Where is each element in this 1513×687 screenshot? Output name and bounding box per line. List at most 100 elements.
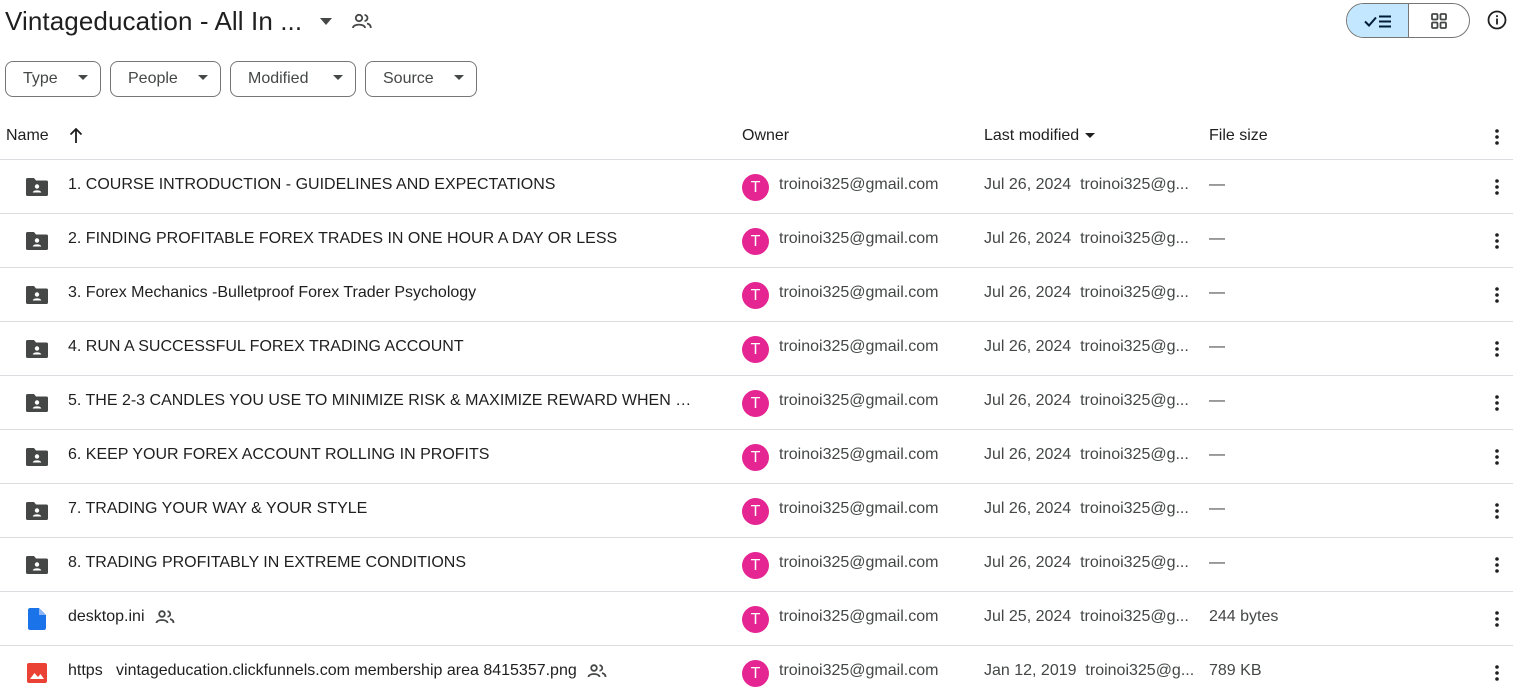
file-name-cell[interactable]: 1. COURSE INTRODUCTION - GUIDELINES AND … bbox=[68, 176, 555, 194]
shared-folder-icon bbox=[24, 553, 50, 577]
checked-list-icon bbox=[1363, 15, 1391, 27]
column-modified-label: Last modified bbox=[984, 127, 1080, 144]
grid-view-button[interactable] bbox=[1409, 4, 1469, 37]
drive-folder-view: Vintageducation - All In ... Type People… bbox=[0, 0, 1513, 687]
table-row[interactable]: 5. THE 2-3 CANDLES YOU USE TO MINIMIZE R… bbox=[0, 376, 1513, 430]
file-name-cell[interactable]: 8. TRADING PROFITABLY IN EXTREME CONDITI… bbox=[68, 554, 466, 572]
filter-people-label: People bbox=[128, 70, 178, 87]
table-row[interactable]: 7. TRADING YOUR WAY & YOUR STYLE Ttroinoi… bbox=[0, 484, 1513, 538]
last-modified: Jul 26, 2024 troinoi325@g... bbox=[984, 446, 1189, 463]
file-name-cell[interactable]: https vintageducation.clickfunnels.com m… bbox=[68, 662, 607, 680]
file-name: https vintageducation.clickfunnels.com m… bbox=[68, 662, 577, 679]
file-name: 4. RUN A SUCCESSFUL FOREX TRADING ACCOUN… bbox=[68, 338, 464, 355]
last-modified: Jul 26, 2024 troinoi325@g... bbox=[984, 338, 1189, 355]
owner-avatar: T bbox=[742, 174, 769, 201]
owner-avatar: T bbox=[742, 660, 769, 687]
file-size: — bbox=[1209, 500, 1225, 517]
file-name-cell[interactable]: desktop.ini bbox=[68, 608, 175, 626]
shared-folder-icon bbox=[24, 283, 50, 307]
owner-email: troinoi325@gmail.com bbox=[779, 284, 939, 301]
file-size: — bbox=[1209, 554, 1225, 571]
file-name-cell[interactable]: 7. TRADING YOUR WAY & YOUR STYLE bbox=[68, 500, 367, 518]
file-name: 6. KEEP YOUR FOREX ACCOUNT ROLLING IN PR… bbox=[68, 446, 490, 463]
column-name-header[interactable]: Name bbox=[6, 127, 83, 145]
file-size: 244 bytes bbox=[1209, 608, 1279, 625]
owner-avatar: T bbox=[742, 552, 769, 579]
filter-people-chip[interactable]: People bbox=[110, 61, 221, 97]
shared-folder-icon bbox=[24, 175, 50, 199]
column-modified-header[interactable]: Last modified bbox=[984, 127, 1096, 145]
file-size: — bbox=[1209, 446, 1225, 463]
file-name-cell[interactable]: 2. FINDING PROFITABLE FOREX TRADES IN ON… bbox=[68, 230, 617, 248]
row-more-actions-icon[interactable] bbox=[1485, 661, 1509, 685]
row-more-actions-icon[interactable] bbox=[1485, 445, 1509, 469]
document-file-icon bbox=[24, 607, 50, 631]
file-size: — bbox=[1209, 176, 1225, 193]
table-row[interactable]: 1. COURSE INTRODUCTION - GUIDELINES AND … bbox=[0, 160, 1513, 214]
shared-folder-icon bbox=[24, 499, 50, 523]
filter-type-chip[interactable]: Type bbox=[5, 61, 101, 97]
file-size: — bbox=[1209, 230, 1225, 247]
owner-email: troinoi325@gmail.com bbox=[779, 392, 939, 409]
column-name-label: Name bbox=[6, 127, 49, 144]
chevron-down-icon bbox=[198, 75, 208, 80]
last-modified: Jul 26, 2024 troinoi325@g... bbox=[984, 176, 1189, 193]
last-modified: Jul 25, 2024 troinoi325@g... bbox=[984, 608, 1189, 625]
row-more-actions-icon[interactable] bbox=[1485, 175, 1509, 199]
table-row[interactable]: 2. FINDING PROFITABLE FOREX TRADES IN ON… bbox=[0, 214, 1513, 268]
row-more-actions-icon[interactable] bbox=[1485, 337, 1509, 361]
image-file-icon bbox=[24, 661, 50, 685]
owner-avatar: T bbox=[742, 498, 769, 525]
owner-avatar: T bbox=[742, 282, 769, 309]
table-row[interactable]: 8. TRADING PROFITABLY IN EXTREME CONDITI… bbox=[0, 538, 1513, 592]
shared-people-icon bbox=[587, 664, 607, 678]
last-modified: Jul 26, 2024 troinoi325@g... bbox=[984, 392, 1189, 409]
row-more-actions-icon[interactable] bbox=[1485, 283, 1509, 307]
filter-modified-chip[interactable]: Modified bbox=[230, 61, 356, 97]
filter-source-chip[interactable]: Source bbox=[365, 61, 477, 97]
info-icon[interactable] bbox=[1485, 8, 1509, 32]
file-name-cell[interactable]: 3. Forex Mechanics -Bulletproof Forex Tr… bbox=[68, 284, 476, 302]
file-name-cell[interactable]: 4. RUN A SUCCESSFUL FOREX TRADING ACCOUN… bbox=[68, 338, 464, 356]
row-more-actions-icon[interactable] bbox=[1485, 607, 1509, 631]
folder-title[interactable]: Vintageducation - All In ... bbox=[5, 6, 302, 37]
file-size: — bbox=[1209, 284, 1225, 301]
column-owner-header[interactable]: Owner bbox=[742, 127, 789, 145]
row-more-actions-icon[interactable] bbox=[1485, 229, 1509, 253]
last-modified: Jul 26, 2024 troinoi325@g... bbox=[984, 554, 1189, 571]
owner-avatar: T bbox=[742, 390, 769, 417]
table-row[interactable]: 6. KEEP YOUR FOREX ACCOUNT ROLLING IN PR… bbox=[0, 430, 1513, 484]
file-name: 2. FINDING PROFITABLE FOREX TRADES IN ON… bbox=[68, 230, 618, 247]
shared-folder-icon bbox=[24, 445, 50, 469]
table-row[interactable]: 3. Forex Mechanics -Bulletproof Forex Tr… bbox=[0, 268, 1513, 322]
row-more-actions-icon[interactable] bbox=[1485, 391, 1509, 415]
shared-folder-icon bbox=[24, 337, 50, 361]
table-row[interactable]: https vintageducation.clickfunnels.com m… bbox=[0, 646, 1513, 687]
sort-ascending-arrow-icon[interactable] bbox=[69, 128, 83, 144]
table-row[interactable]: desktop.ini Ttroinoi325@gmail.com Jul 25, … bbox=[0, 592, 1513, 646]
column-options-more-icon[interactable] bbox=[1485, 125, 1509, 149]
file-name: 3. Forex Mechanics -Bulletproof Forex Tr… bbox=[68, 284, 477, 301]
row-more-actions-icon[interactable] bbox=[1485, 499, 1509, 523]
file-size: 789 KB bbox=[1209, 662, 1262, 679]
file-name-cell[interactable]: 5. THE 2-3 CANDLES YOU USE TO MINIMIZE R… bbox=[68, 392, 698, 410]
column-size-header[interactable]: File size bbox=[1209, 127, 1268, 145]
shared-folder-icon bbox=[24, 391, 50, 415]
list-view-button[interactable] bbox=[1347, 4, 1409, 37]
table-header: Name Owner Last modified File size bbox=[0, 115, 1513, 160]
file-name-cell[interactable]: 6. KEEP YOUR FOREX ACCOUNT ROLLING IN PR… bbox=[68, 446, 489, 464]
file-name: 5. THE 2-3 CANDLES YOU USE TO MINIMIZE R… bbox=[68, 392, 698, 409]
shared-folder-icon bbox=[24, 229, 50, 253]
filter-modified-label: Modified bbox=[248, 70, 309, 87]
filter-source-label: Source bbox=[383, 70, 434, 87]
owner-avatar: T bbox=[742, 444, 769, 471]
column-size-label: File size bbox=[1209, 127, 1268, 144]
shared-people-icon[interactable] bbox=[350, 9, 374, 33]
table-row[interactable]: 4. RUN A SUCCESSFUL FOREX TRADING ACCOUN… bbox=[0, 322, 1513, 376]
owner-email: troinoi325@gmail.com bbox=[779, 500, 939, 517]
owner-email: troinoi325@gmail.com bbox=[779, 608, 939, 625]
chevron-down-icon bbox=[333, 75, 343, 80]
chevron-down-icon bbox=[454, 75, 464, 80]
row-more-actions-icon[interactable] bbox=[1485, 553, 1509, 577]
folder-menu-caret-icon[interactable] bbox=[316, 11, 336, 31]
